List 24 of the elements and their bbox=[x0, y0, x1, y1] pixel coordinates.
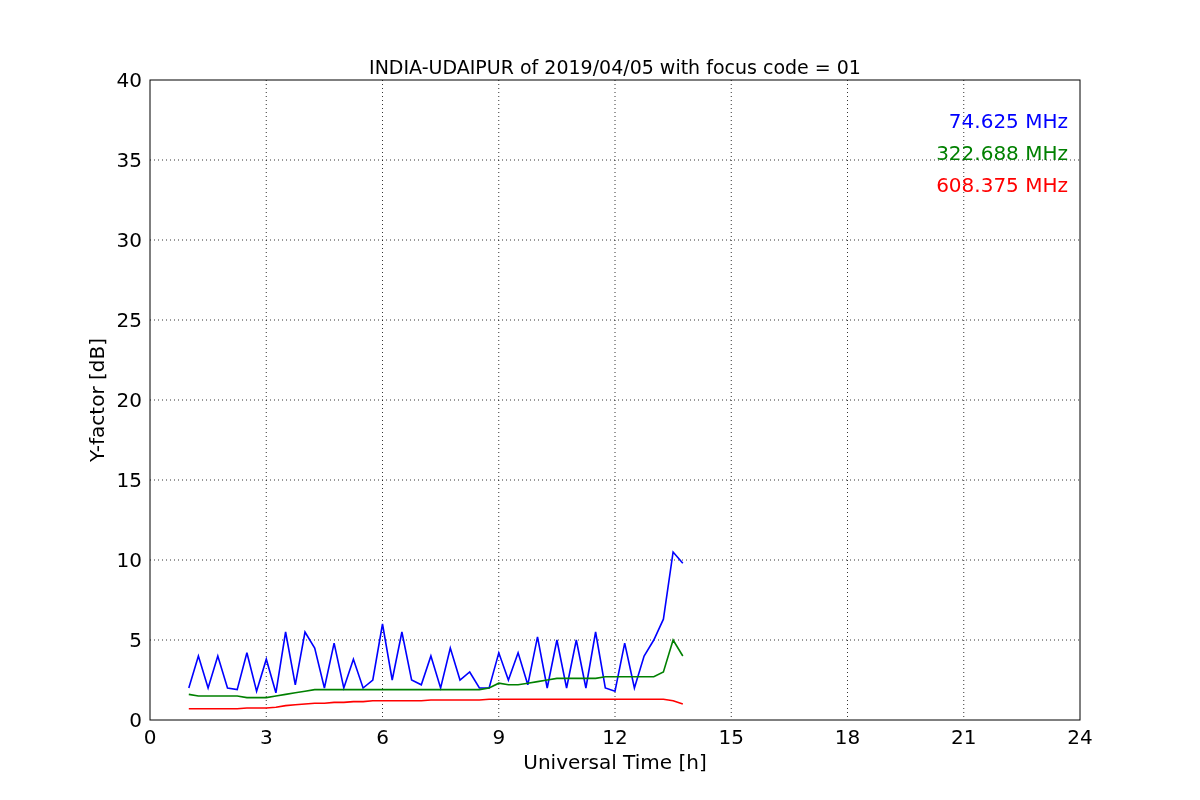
y-tick-label: 25 bbox=[116, 308, 142, 332]
legend-label: 608.375 MHz bbox=[936, 173, 1068, 197]
x-tick-label: 21 bbox=[951, 725, 977, 749]
legend-label: 74.625 MHz bbox=[948, 109, 1068, 133]
x-tick-label: 12 bbox=[602, 725, 628, 749]
y-tick-label: 15 bbox=[116, 468, 142, 492]
x-tick-label: 3 bbox=[259, 725, 273, 749]
legend-label: 322.688 MHz bbox=[936, 141, 1068, 165]
y-tick-label: 10 bbox=[116, 548, 142, 572]
x-tick-label: 6 bbox=[376, 725, 389, 749]
x-tick-label: 18 bbox=[834, 725, 861, 749]
x-axis-label: Universal Time [h] bbox=[523, 750, 707, 774]
y-tick-label: 5 bbox=[129, 628, 142, 652]
y-tick-label: 0 bbox=[129, 708, 142, 732]
x-tick-label: 15 bbox=[718, 725, 744, 749]
y-tick-label: 20 bbox=[116, 388, 142, 412]
x-tick-label: 9 bbox=[492, 725, 506, 749]
chart-title: INDIA-UDAIPUR of 2019/04/05 with focus code = 01 bbox=[369, 56, 861, 78]
x-tick-label: 24 bbox=[1067, 725, 1093, 749]
y-tick-label: 30 bbox=[116, 228, 142, 252]
y-tick-label: 40 bbox=[116, 68, 142, 92]
y-axis-label: Y-factor [dB] bbox=[85, 338, 109, 462]
x-tick-label: 0 bbox=[143, 725, 157, 749]
y-tick-label: 35 bbox=[116, 148, 142, 172]
